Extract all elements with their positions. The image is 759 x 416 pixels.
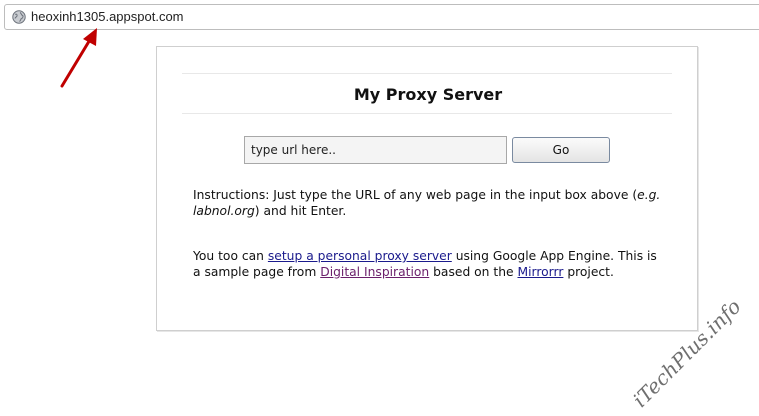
proxy-box: My Proxy Server Go Instructions: Just ty… — [156, 46, 698, 331]
digital-inspiration-link[interactable]: Digital Inspiration — [320, 265, 429, 279]
about-text-1: You too can — [193, 249, 268, 263]
mirrorrr-link[interactable]: Mirrorrr — [517, 265, 563, 279]
setup-proxy-link[interactable]: setup a personal proxy server — [268, 249, 452, 263]
instructions-post: ) and hit Enter. — [254, 204, 347, 218]
address-bar[interactable]: heoxinh1305.appspot.com — [4, 4, 759, 30]
about-text-3: based on the — [429, 265, 518, 279]
red-arrow-annotation — [60, 28, 97, 88]
divider-bottom — [182, 113, 672, 114]
globe-icon — [12, 10, 26, 24]
address-url: heoxinh1305.appspot.com — [31, 9, 184, 24]
about-text: You too can setup a personal proxy serve… — [193, 248, 663, 280]
go-button[interactable]: Go — [512, 137, 610, 163]
about-text-4: project. — [563, 265, 614, 279]
divider-top — [182, 73, 672, 74]
instructions-pre: Instructions: Just type the URL of any w… — [193, 188, 638, 202]
page: heoxinh1305.appspot.com My Proxy Server … — [0, 0, 759, 416]
instructions-text: Instructions: Just type the URL of any w… — [193, 187, 663, 219]
page-title: My Proxy Server — [353, 85, 503, 104]
url-input[interactable] — [244, 136, 507, 164]
